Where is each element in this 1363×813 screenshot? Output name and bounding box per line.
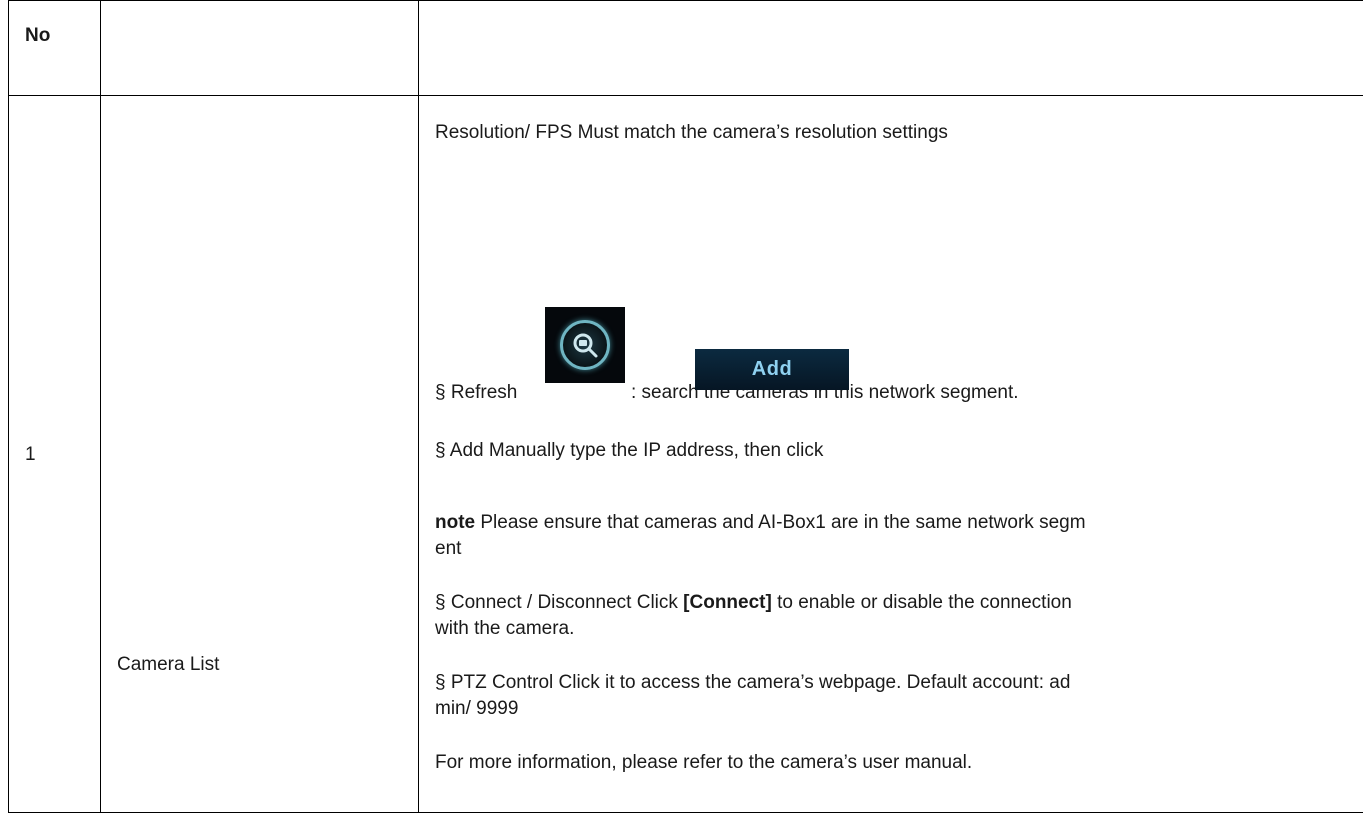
header-row: No [9,1,1363,96]
note-line-2: ent [435,536,461,561]
magnifier-camera-icon [560,320,610,370]
connect-line-2: with the camera. [435,616,574,641]
table-row: 1 Camera List Resolution/ FPS Must match… [9,96,1363,813]
ptz-line-2: min/ 9999 [435,696,518,721]
row-name-cell: Camera List [101,96,419,813]
header-name [101,1,419,96]
note-label: note [435,512,475,533]
connect-text-a: § Connect / Disconnect Click [435,592,683,613]
add-button[interactable]: Add [695,349,849,390]
note-line-1: note Please ensure that cameras and AI-B… [435,510,1086,535]
note-text-a: Please ensure that cameras and AI-Box1 a… [475,512,1085,533]
row-number: 1 [9,96,101,813]
ptz-line-1: § PTZ Control Click it to access the cam… [435,670,1070,695]
refresh-text-pre: § Refresh [435,380,517,405]
connect-text-b: to enable or disable the connection [772,592,1072,613]
row-name: Camera List [117,652,219,677]
add-text: § Add Manually type the IP address, then… [435,438,823,463]
header-desc [419,1,1363,96]
header-no: No [9,1,101,96]
resolution-text: Resolution/ FPS Must match the camera’s … [435,120,948,145]
refresh-icon[interactable] [545,307,625,383]
more-info-text: For more information, please refer to th… [435,750,972,775]
connect-label: [Connect] [683,592,772,613]
info-table: No 1 Camera List Resolution/ FPS Must ma… [8,0,1363,813]
connect-line-1: § Connect / Disconnect Click [Connect] t… [435,590,1072,615]
row-description: Resolution/ FPS Must match the camera’s … [419,96,1363,813]
